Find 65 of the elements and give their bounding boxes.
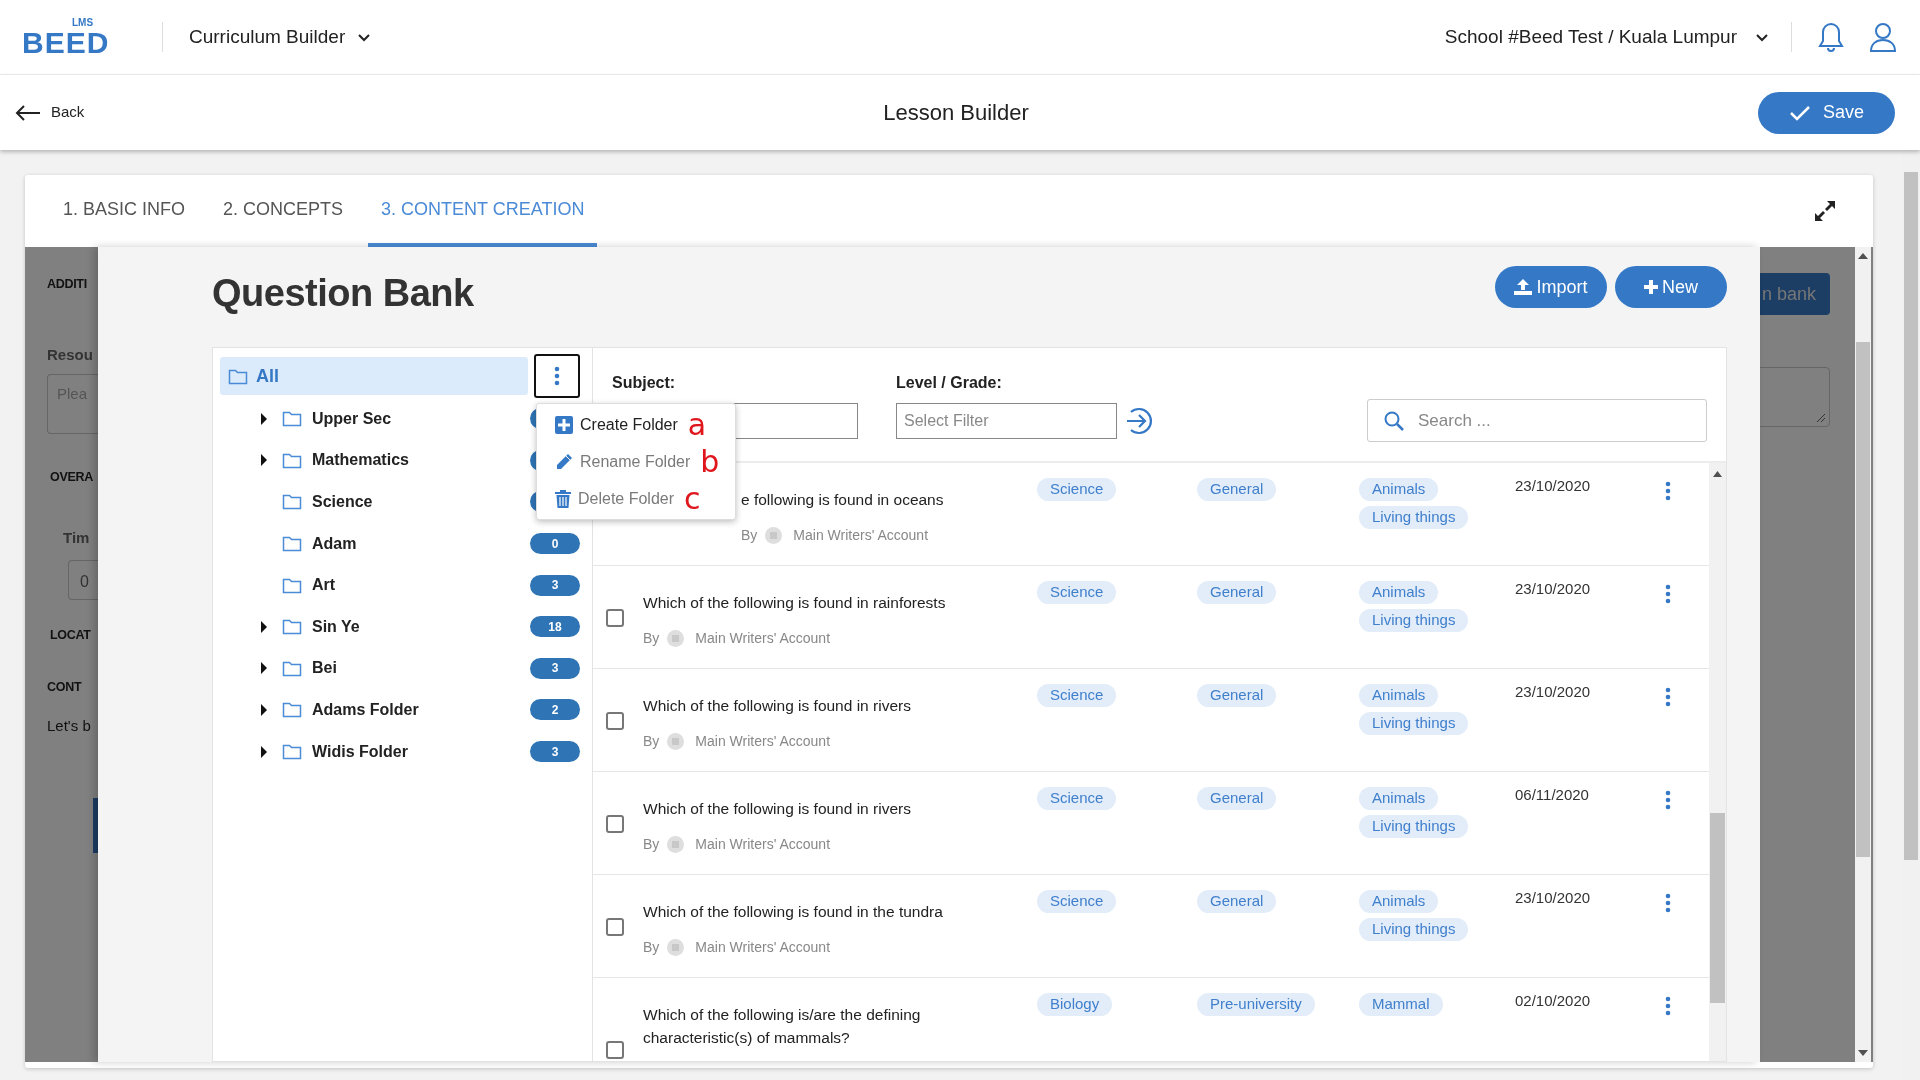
tag: General <box>1197 581 1277 604</box>
annotation-letter: c <box>684 483 701 514</box>
annotation-letter: a <box>687 409 707 440</box>
tag: Living things <box>1359 712 1469 735</box>
tag: Living things <box>1359 609 1469 632</box>
by-label: By <box>741 526 758 545</box>
section-heading: ADDITI <box>47 276 87 293</box>
filter-label: Subject: <box>612 373 677 393</box>
by-label: By <box>643 835 660 854</box>
tag: Pre-university <box>1197 993 1315 1016</box>
tag: Science <box>1037 890 1117 913</box>
field-label: Tim <box>63 528 90 548</box>
annotation-letter: b <box>700 446 720 477</box>
question-text: e following is found in oceans <box>741 490 945 510</box>
count-badge: 3 <box>530 574 580 596</box>
author-name: Main Writers' Account <box>695 732 831 751</box>
tag: General <box>1197 890 1277 913</box>
tag: Animals <box>1359 787 1439 810</box>
author-name: Main Writers' Account <box>695 938 831 957</box>
question-text: Which of the following is found in rainforests <box>643 593 947 613</box>
section-heading: LOCAT <box>50 626 91 644</box>
tag: Animals <box>1359 684 1439 707</box>
field-label: Resou <box>47 344 93 365</box>
tag: Animals <box>1359 890 1439 913</box>
tag: Animals <box>1359 478 1439 501</box>
question-text: Which of the following is found in rivers <box>643 799 912 819</box>
section-heading: CONT <box>47 679 82 697</box>
tag: Science <box>1037 684 1117 707</box>
by-label: By <box>643 732 660 751</box>
body-text: Let's b <box>47 716 91 736</box>
filter-label: Level / Grade: <box>896 373 1003 393</box>
tag: Science <box>1037 787 1117 810</box>
author-name: Main Writers' Account <box>695 629 831 648</box>
date-text: 23/10/2020 <box>1515 683 1591 700</box>
question-text: Which of the following is found in the tundra <box>643 902 944 922</box>
page-title: Lesson Builder <box>883 99 1029 127</box>
tag: General <box>1197 478 1277 501</box>
date-text: 06/11/2020 <box>1515 786 1589 803</box>
by-label: By <box>643 938 660 957</box>
tag: Animals <box>1359 581 1439 604</box>
question-text: Which of the following is found in rivers <box>643 696 912 716</box>
tag: General <box>1197 684 1277 707</box>
date-text: 02/10/2020 <box>1515 992 1591 1009</box>
count-badge: 0 <box>530 533 580 555</box>
tag: General <box>1197 787 1277 810</box>
tag: Living things <box>1359 506 1469 529</box>
count-badge: 18 <box>530 616 580 638</box>
tag: Living things <box>1359 918 1469 941</box>
date-text: 23/10/2020 <box>1515 477 1591 494</box>
tag: Science <box>1037 478 1117 501</box>
section-heading: OVERA <box>50 469 93 487</box>
tag: Living things <box>1359 815 1469 838</box>
date-text: 23/10/2020 <box>1515 580 1591 597</box>
tag: Mammal <box>1359 993 1443 1016</box>
count-badge: 3 <box>530 741 580 763</box>
count-badge: 3 <box>530 657 580 679</box>
panel-title: Question Bank <box>212 271 474 316</box>
by-label: By <box>643 629 660 648</box>
question-text: Which of the following is/are the defining characteristic(s) of mammals? <box>643 1005 922 1048</box>
tag: Biology <box>1037 993 1113 1016</box>
tag: Science <box>1037 581 1117 604</box>
author-name: Main Writers' Account <box>695 835 831 854</box>
count-badge: 2 <box>530 699 580 721</box>
author-name: Main Writers' Account <box>793 526 929 545</box>
date-text: 23/10/2020 <box>1515 889 1591 906</box>
